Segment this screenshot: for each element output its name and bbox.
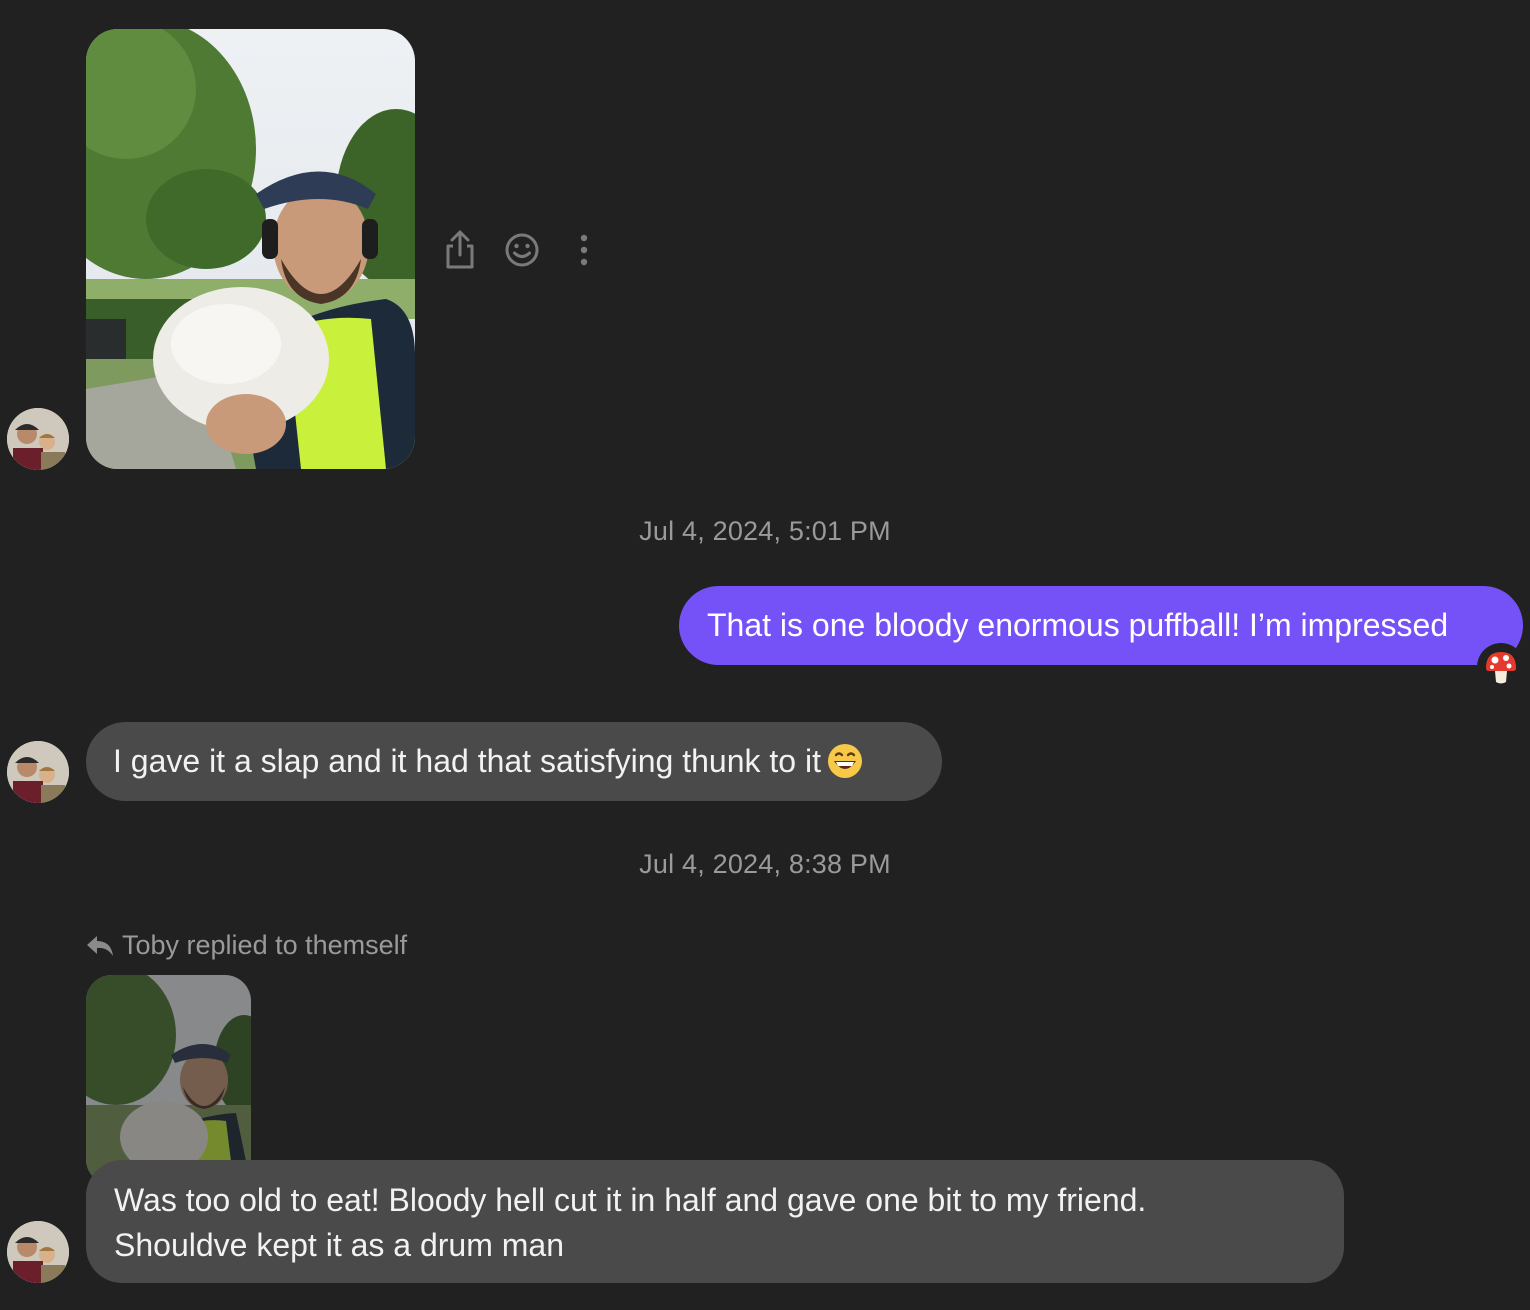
message-text-line: Shouldve kept it as a drum man: [114, 1227, 565, 1263]
more-options-icon[interactable]: [560, 226, 608, 274]
avatar[interactable]: [7, 741, 69, 803]
message-text: That is one bloody enormous puffball! I’…: [707, 607, 1449, 643]
reply-header-text: Toby replied to themself: [122, 930, 408, 960]
reply-arrow-icon: [87, 935, 113, 956]
photo-message[interactable]: [86, 29, 415, 469]
share-icon[interactable]: [436, 226, 484, 274]
message-text: I gave it a slap and it had that satisfy…: [113, 743, 821, 779]
reply-header: Toby replied to themself: [86, 930, 407, 961]
avatar[interactable]: [7, 408, 69, 470]
message-actions: [436, 226, 608, 274]
timestamp: Jul 4, 2024, 5:01 PM: [639, 516, 891, 546]
mushroom-emoji-icon[interactable]: [1477, 643, 1525, 691]
incoming-reply-bubble[interactable]: Was too old to eat! Bloody hell cut it i…: [86, 1160, 1344, 1283]
avatar[interactable]: [7, 1221, 69, 1283]
grinning-face-emoji-icon: [827, 743, 863, 791]
emoji-reaction-icon[interactable]: [498, 226, 546, 274]
outgoing-message-bubble[interactable]: That is one bloody enormous puffball! I’…: [679, 586, 1523, 665]
message-text-line: Was too old to eat! Bloody hell cut it i…: [114, 1182, 1147, 1218]
quoted-photo[interactable]: [86, 975, 251, 1185]
conversation-view: Jul 4, 2024, 5:01 PM That is one bloody …: [0, 0, 1530, 1310]
incoming-message-bubble[interactable]: I gave it a slap and it had that satisfy…: [86, 722, 942, 801]
timestamp: Jul 4, 2024, 8:38 PM: [639, 849, 891, 879]
